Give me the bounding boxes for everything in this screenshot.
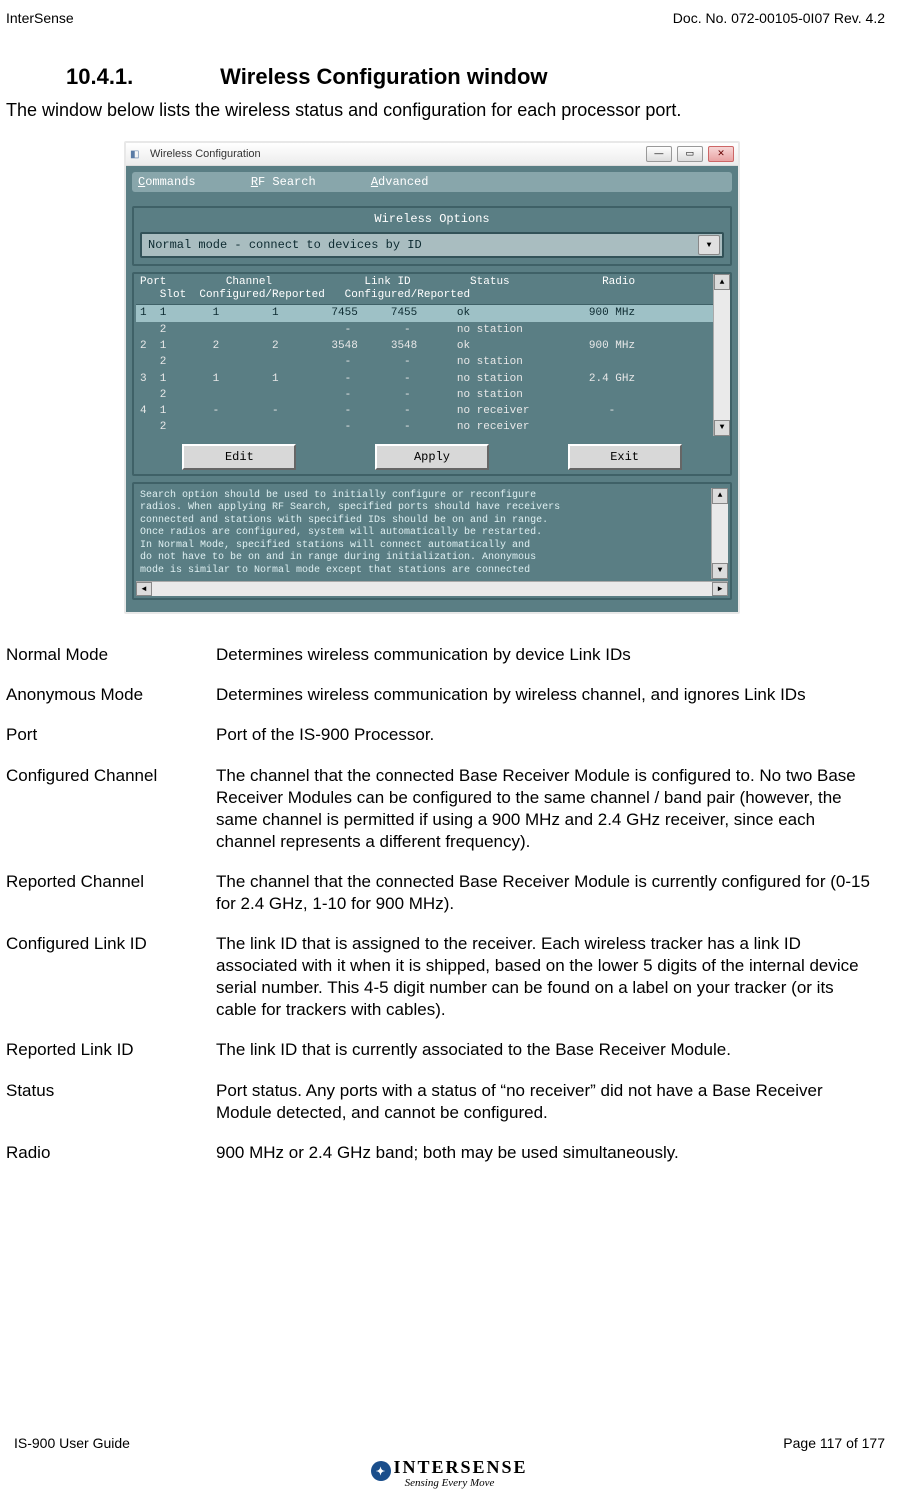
header-right: Doc. No. 072-00105-0I07 Rev. 4.2 (673, 10, 885, 26)
scroll-down-icon[interactable]: ▼ (714, 420, 730, 436)
footer-right: Page 117 of 177 (783, 1435, 885, 1451)
def-desc: The channel that the connected Base Rece… (216, 765, 885, 853)
scroll-up-icon[interactable]: ▲ (712, 488, 728, 504)
def-desc: The link ID that is currently associated… (216, 1039, 885, 1061)
panel-title: Wireless Options (134, 208, 730, 228)
def-term: Reported Link ID (6, 1039, 216, 1061)
logo-tagline: Sensing Every Move (0, 1477, 899, 1489)
def-term: Radio (6, 1142, 216, 1164)
table-row[interactable]: 2 - - no station (136, 387, 728, 403)
def-term: Configured Link ID (6, 933, 216, 1021)
mode-selected-text: Normal mode - connect to devices by ID (142, 238, 696, 252)
table-header: Port Channel Link ID Status Radio Slot C… (136, 274, 728, 305)
def-desc: The channel that the connected Base Rece… (216, 871, 885, 915)
def-term: Status (6, 1080, 216, 1124)
window-title: Wireless Configuration (146, 148, 644, 160)
definition-list: Normal ModeDetermines wireless communica… (6, 644, 885, 1164)
edit-button[interactable]: Edit (182, 444, 296, 470)
def-desc: Determines wireless communication by dev… (216, 644, 885, 666)
window-icon: ◧ (130, 149, 146, 160)
scroll-down-icon[interactable]: ▼ (712, 563, 728, 579)
def-desc: Port of the IS-900 Processor. (216, 724, 885, 746)
def-term: Port (6, 724, 216, 746)
exit-button[interactable]: Exit (568, 444, 682, 470)
info-hscrollbar[interactable]: ◄ ► (136, 581, 728, 596)
table-vscrollbar[interactable]: ▲ ▼ (713, 274, 730, 436)
section-title: Wireless Configuration window (220, 64, 547, 89)
info-text: Search option should be used to initiall… (136, 488, 728, 580)
def-term: Normal Mode (6, 644, 216, 666)
table-row[interactable]: 2 - - no station (136, 354, 728, 370)
table-row[interactable]: 2 - - no station (136, 322, 728, 338)
scroll-up-icon[interactable]: ▲ (714, 274, 730, 290)
section-heading: 10.4.1. Wireless Configuration window (66, 64, 885, 90)
scroll-track[interactable] (152, 582, 712, 596)
def-term: Configured Channel (6, 765, 216, 853)
menu-commands[interactable]: Commands (138, 175, 220, 189)
wireless-config-window: ◧ Wireless Configuration — ▭ ✕ Commands … (124, 141, 740, 614)
table-row[interactable]: 2 - - no receiver (136, 419, 728, 435)
maximize-button[interactable]: ▭ (677, 146, 703, 162)
menubar: Commands RF Search Advanced (132, 172, 732, 192)
apply-button[interactable]: Apply (375, 444, 489, 470)
menu-advanced[interactable]: Advanced (371, 175, 453, 189)
table-row[interactable]: 2 1 2 2 3548 3548 ok 900 MHz (136, 338, 728, 354)
def-desc: Determines wireless communication by wir… (216, 684, 885, 706)
info-vscrollbar[interactable]: ▲ ▼ (711, 488, 728, 580)
table-row[interactable]: 3 1 1 1 - - no station 2.4 GHz (136, 371, 728, 387)
table-row[interactable]: 4 1 - - - - no receiver - (136, 403, 728, 419)
def-term: Reported Channel (6, 871, 216, 915)
header-left: InterSense (6, 10, 74, 26)
minimize-button[interactable]: — (646, 146, 672, 162)
port-table: Port Channel Link ID Status Radio Slot C… (136, 274, 728, 436)
def-desc: Port status. Any ports with a status of … (216, 1080, 885, 1124)
intro-text: The window below lists the wireless stat… (6, 100, 885, 121)
def-desc: The link ID that is assigned to the rece… (216, 933, 885, 1021)
menu-rf-search[interactable]: RF Search (251, 175, 340, 189)
close-button[interactable]: ✕ (708, 146, 734, 162)
def-term: Anonymous Mode (6, 684, 216, 706)
scroll-left-icon[interactable]: ◄ (136, 582, 152, 596)
footer-logo: ✦ INTERSENSE Sensing Every Move (0, 1457, 899, 1490)
scroll-track[interactable] (712, 504, 728, 564)
logo-text: ✦ INTERSENSE (371, 1457, 527, 1480)
table-row[interactable]: 1 1 1 1 7455 7455 ok 900 MHz (136, 305, 728, 321)
def-desc: 900 MHz or 2.4 GHz band; both may be use… (216, 1142, 885, 1164)
section-number: 10.4.1. (66, 64, 214, 90)
scroll-right-icon[interactable]: ► (712, 582, 728, 596)
footer-left: IS-900 User Guide (14, 1435, 130, 1451)
logo-icon: ✦ (371, 1461, 391, 1481)
scroll-track[interactable] (714, 290, 730, 420)
dropdown-arrow-icon[interactable]: ▼ (698, 235, 720, 255)
mode-dropdown[interactable]: Normal mode - connect to devices by ID ▼ (140, 232, 724, 258)
